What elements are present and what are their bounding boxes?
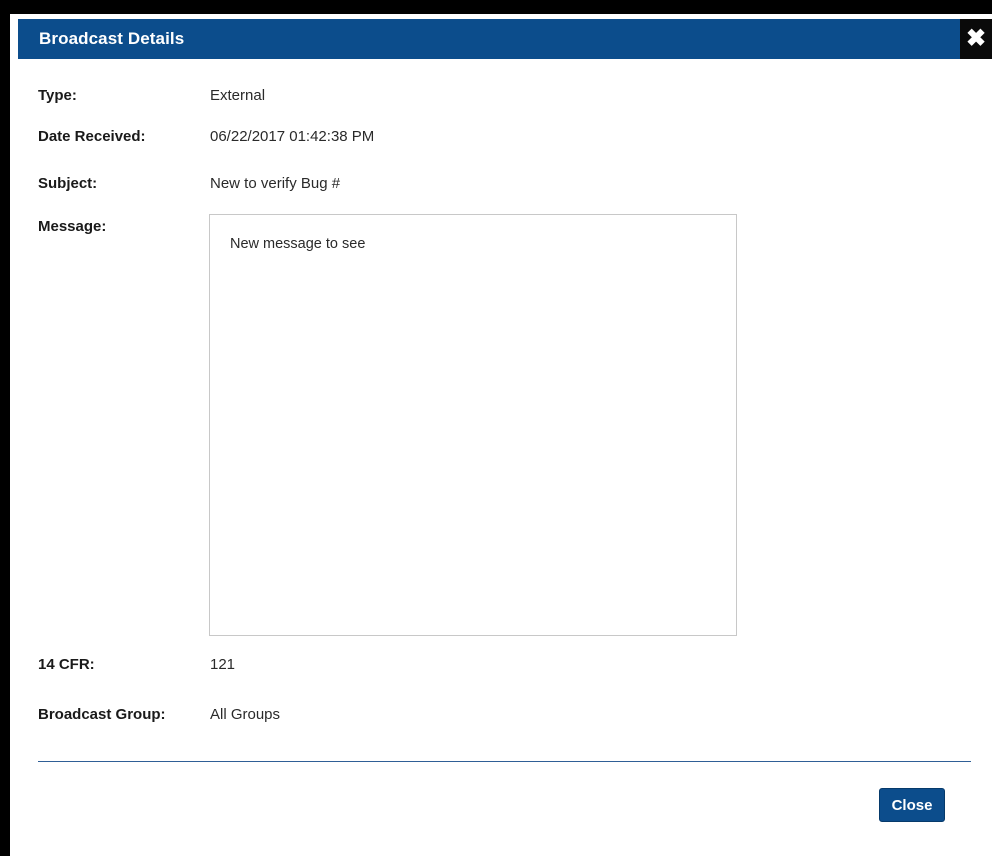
message-text: New message to see	[230, 236, 366, 252]
close-icon[interactable]: ✖	[960, 19, 992, 59]
broadcast-group-value: All Groups	[210, 706, 281, 723]
cfr-value: 121	[210, 656, 236, 673]
type-value: External	[210, 87, 266, 104]
type-label: Type:	[38, 87, 77, 104]
date-received-value: 06/22/2017 01:42:38 PM	[210, 128, 375, 145]
message-box[interactable]: New message to see	[209, 214, 737, 636]
broadcast-details-dialog: Broadcast Details ✖ Type: External Date …	[10, 14, 992, 856]
dialog-header: Broadcast Details	[18, 19, 970, 59]
footer-divider	[38, 761, 971, 762]
subject-label: Subject:	[38, 175, 98, 192]
subject-value: New to verify Bug #	[210, 175, 341, 192]
broadcast-group-label: Broadcast Group:	[38, 706, 166, 723]
close-button[interactable]: Close	[879, 788, 945, 822]
dialog-title: Broadcast Details	[39, 29, 185, 48]
message-label: Message:	[38, 218, 107, 235]
cfr-label: 14 CFR:	[38, 656, 95, 673]
date-received-label: Date Received:	[38, 128, 146, 145]
